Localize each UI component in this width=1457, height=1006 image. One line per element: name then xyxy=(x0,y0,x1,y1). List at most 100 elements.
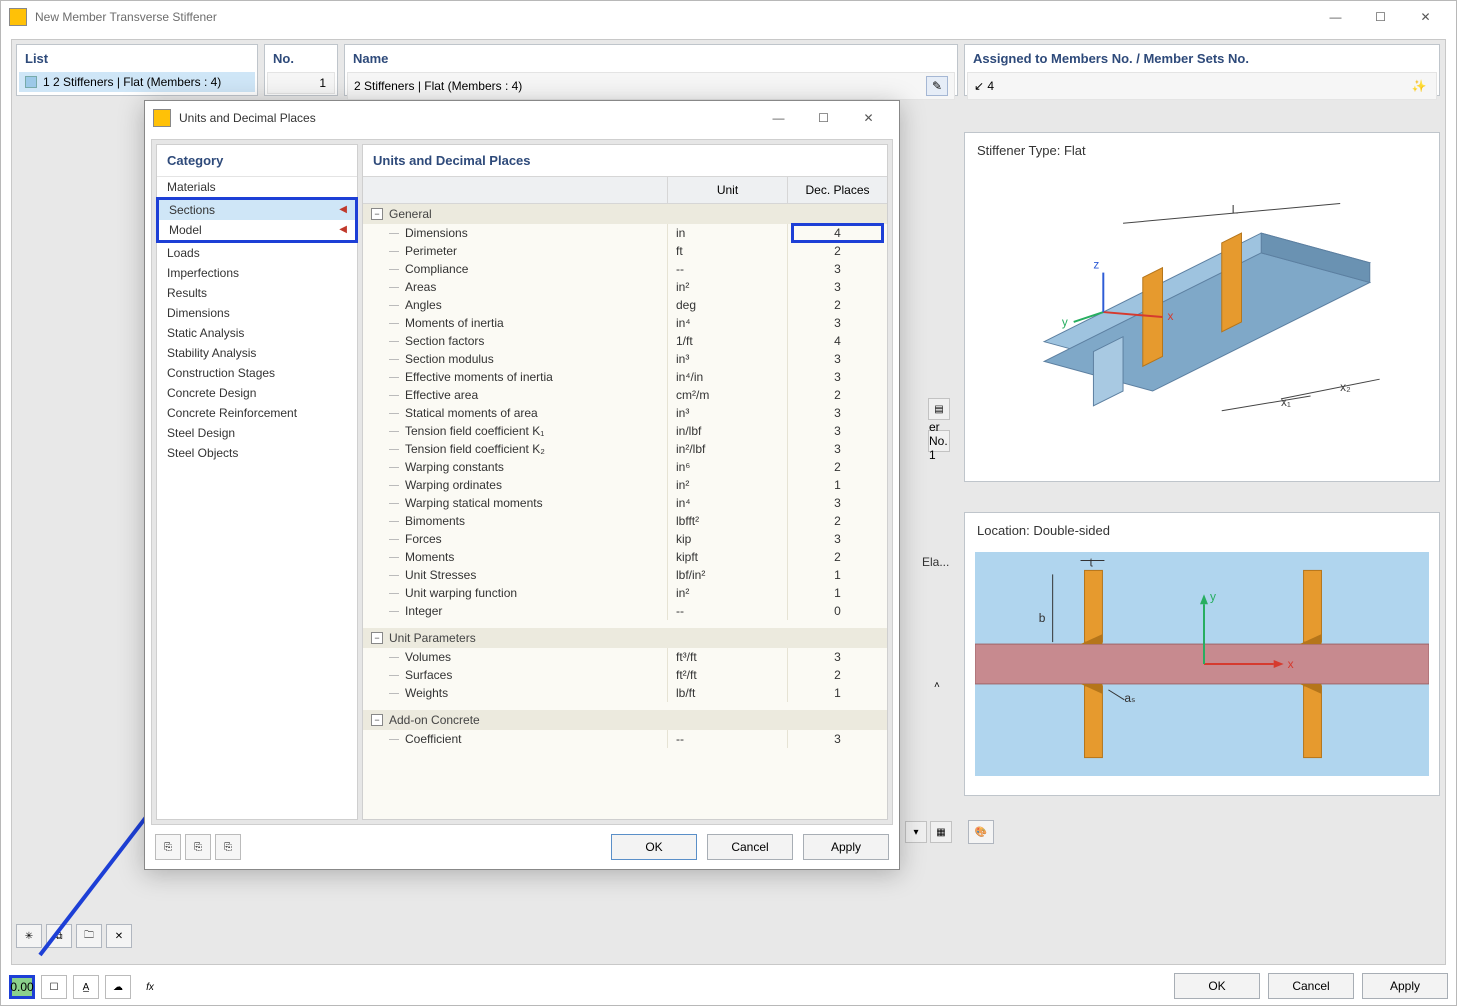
cell-unit[interactable]: in²/lbf xyxy=(667,440,787,458)
category-construction-stages[interactable]: Construction Stages xyxy=(157,363,357,383)
cell-dec[interactable]: 2 xyxy=(787,512,887,530)
category-dimensions[interactable]: Dimensions xyxy=(157,303,357,323)
cell-unit[interactable]: lbf/in² xyxy=(667,566,787,584)
collapse-icon[interactable]: − xyxy=(371,632,383,644)
peek-dropdown-icon[interactable]: ▾ xyxy=(905,821,927,843)
cell-unit[interactable]: in⁴ xyxy=(667,314,787,332)
cell-unit[interactable]: cm²/m xyxy=(667,386,787,404)
cell-dec[interactable]: 2 xyxy=(787,548,887,566)
cell-unit[interactable]: in⁶ xyxy=(667,458,787,476)
dialog-close-button[interactable]: ✕ xyxy=(846,104,891,132)
group-row[interactable]: −General xyxy=(363,204,887,224)
category-model[interactable]: Model◀ xyxy=(159,220,355,240)
cell-unit[interactable]: deg xyxy=(667,296,787,314)
copy-settings-button-2[interactable]: ⎘ xyxy=(185,834,211,860)
copy-settings-button-1[interactable]: ⎘ xyxy=(155,834,181,860)
cell-dec[interactable]: 3 xyxy=(787,730,887,748)
cell-dec[interactable]: 3 xyxy=(787,368,887,386)
list-item[interactable]: 1 2 Stiffeners | Flat (Members : 4) xyxy=(19,72,255,92)
dialog-ok-button[interactable]: OK xyxy=(611,834,697,860)
pick-members-button[interactable]: ✨ xyxy=(1408,76,1430,96)
table-body[interactable]: −GeneralDimensionsin4◀Perimeterft2Compli… xyxy=(363,204,887,819)
dialog-apply-button[interactable]: Apply xyxy=(803,834,889,860)
cell-unit[interactable]: in⁴ xyxy=(667,494,787,512)
cell-dec[interactable]: 3 xyxy=(787,278,887,296)
cell-dec[interactable]: 0 xyxy=(787,602,887,620)
cell-unit[interactable]: kip xyxy=(667,530,787,548)
cell-dec[interactable]: 1 xyxy=(787,566,887,584)
main-apply-button[interactable]: Apply xyxy=(1362,973,1448,999)
dialog-minimize-button[interactable]: — xyxy=(756,104,801,132)
cell-dec[interactable]: 4 xyxy=(787,332,887,350)
delete-button[interactable]: ✕ xyxy=(106,924,132,948)
category-steel-design[interactable]: Steel Design xyxy=(157,423,357,443)
status-icon-4[interactable]: ☁ xyxy=(105,975,131,999)
cell-dec[interactable]: 1 xyxy=(787,684,887,702)
cell-unit[interactable]: in² xyxy=(667,584,787,602)
cell-unit[interactable]: 1/ft xyxy=(667,332,787,350)
cell-unit[interactable]: in² xyxy=(667,278,787,296)
cell-unit[interactable]: in³ xyxy=(667,350,787,368)
cell-unit[interactable]: in/lbf xyxy=(667,422,787,440)
cell-unit[interactable]: -- xyxy=(667,260,787,278)
category-loads[interactable]: Loads xyxy=(157,243,357,263)
cell-unit[interactable]: -- xyxy=(667,602,787,620)
category-imperfections[interactable]: Imperfections xyxy=(157,263,357,283)
category-results[interactable]: Results xyxy=(157,283,357,303)
category-steel-objects[interactable]: Steel Objects xyxy=(157,443,357,463)
group-row[interactable]: −Add-on Concrete xyxy=(363,710,887,730)
cell-dec[interactable]: 2 xyxy=(787,386,887,404)
cell-dec[interactable]: 1 xyxy=(787,476,887,494)
dialog-cancel-button[interactable]: Cancel xyxy=(707,834,793,860)
cell-unit[interactable]: ft²/ft xyxy=(667,666,787,684)
cell-dec[interactable]: 3 xyxy=(787,260,887,278)
group-row[interactable]: −Unit Parameters xyxy=(363,628,887,648)
no-value[interactable]: 1 xyxy=(267,72,335,94)
copy-settings-button-3[interactable]: ⎘ xyxy=(215,834,241,860)
cell-dec[interactable]: 3 xyxy=(787,350,887,368)
cell-unit[interactable]: in⁴/in xyxy=(667,368,787,386)
status-icon-3[interactable]: A̲ xyxy=(73,975,99,999)
collapse-icon[interactable]: − xyxy=(371,208,383,220)
category-sections[interactable]: Sections◀ xyxy=(159,200,355,220)
cell-unit[interactable]: lbfft² xyxy=(667,512,787,530)
cell-dec[interactable]: 2 xyxy=(787,458,887,476)
cell-unit[interactable]: in xyxy=(667,224,787,242)
category-concrete-reinforcement[interactable]: Concrete Reinforcement xyxy=(157,403,357,423)
folder-button[interactable]: 🗀 xyxy=(76,924,102,948)
cell-unit[interactable]: ft xyxy=(667,242,787,260)
close-button[interactable]: ✕ xyxy=(1403,3,1448,31)
cell-dec[interactable]: 3 xyxy=(787,530,887,548)
cell-dec[interactable]: 1 xyxy=(787,584,887,602)
peek-library-icon[interactable]: ▦ xyxy=(930,821,952,843)
category-stability-analysis[interactable]: Stability Analysis xyxy=(157,343,357,363)
status-icon-2[interactable]: ☐ xyxy=(41,975,67,999)
peek-icon-1[interactable]: ▤ xyxy=(928,398,950,420)
cell-unit[interactable]: in² xyxy=(667,476,787,494)
cell-dec[interactable]: 3 xyxy=(787,648,887,666)
units-shortcut-button[interactable]: 0.00 xyxy=(9,975,35,999)
edit-name-button[interactable]: ✎ xyxy=(926,76,948,96)
category-static-analysis[interactable]: Static Analysis xyxy=(157,323,357,343)
cell-dec[interactable]: 3 xyxy=(787,422,887,440)
new-button[interactable]: ✳ xyxy=(16,924,42,948)
cell-dec[interactable]: 2 xyxy=(787,296,887,314)
cell-dec[interactable]: 3 xyxy=(787,494,887,512)
main-ok-button[interactable]: OK xyxy=(1174,973,1260,999)
cell-dec[interactable]: 2 xyxy=(787,242,887,260)
cell-dec[interactable]: 3 xyxy=(787,404,887,422)
category-materials[interactable]: Materials xyxy=(157,177,357,197)
cell-dec[interactable]: 3 xyxy=(787,314,887,332)
dialog-maximize-button[interactable]: ☐ xyxy=(801,104,846,132)
cell-unit[interactable]: in³ xyxy=(667,404,787,422)
cell-unit[interactable]: lb/ft xyxy=(667,684,787,702)
maximize-button[interactable]: ☐ xyxy=(1358,3,1403,31)
category-concrete-design[interactable]: Concrete Design xyxy=(157,383,357,403)
cell-dec[interactable]: 2 xyxy=(787,666,887,684)
collapse-icon[interactable]: − xyxy=(371,714,383,726)
cell-unit[interactable]: ft³/ft xyxy=(667,648,787,666)
cell-unit[interactable]: kipft xyxy=(667,548,787,566)
minimize-button[interactable]: — xyxy=(1313,3,1358,31)
copy-button[interactable]: ⧉ xyxy=(46,924,72,948)
cell-unit[interactable]: -- xyxy=(667,730,787,748)
